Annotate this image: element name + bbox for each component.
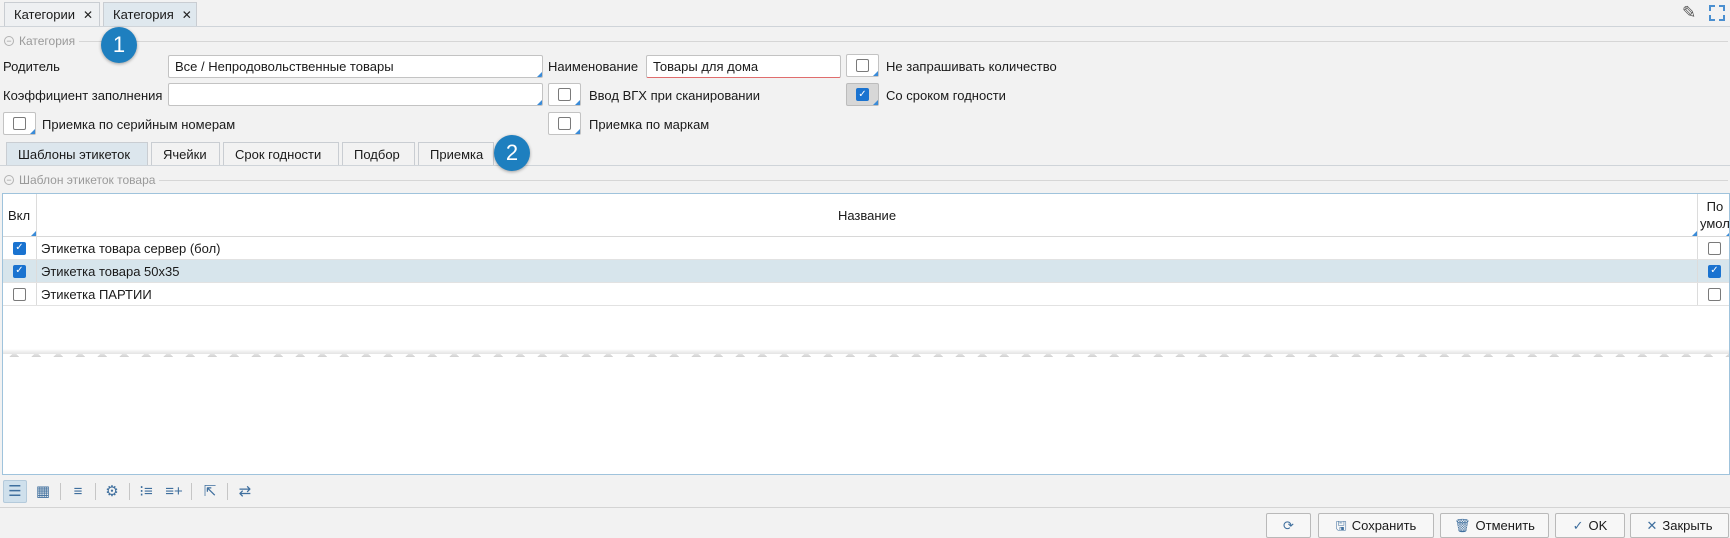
export-icon[interactable]: ⇱: [198, 480, 222, 503]
tab-expiry[interactable]: Срок годности: [223, 142, 339, 166]
checkbox-mark: [856, 59, 869, 72]
checkbox-mark: ✓: [856, 88, 869, 101]
torn-edge: [3, 354, 1729, 368]
collapse-icon[interactable]: −: [4, 175, 14, 185]
check-icon: ✓: [1572, 518, 1584, 533]
callout-badge-1: 1: [101, 27, 137, 63]
serial-label: Приемка по серийным номерам: [42, 117, 236, 132]
expiry-checkbox[interactable]: ✓: [846, 83, 879, 106]
cancel-button[interactable]: 🗑 Отменить: [1440, 513, 1549, 538]
toolbar-separator: [95, 483, 96, 500]
trash-icon: 🗑: [1454, 518, 1471, 533]
enabled-checkbox[interactable]: ✓: [13, 264, 26, 278]
toolbar-separator: [60, 483, 61, 500]
collapse-icon[interactable]: −: [4, 36, 14, 46]
name-field[interactable]: Товары для дома: [646, 55, 841, 78]
enabled-checkbox[interactable]: [13, 287, 26, 301]
default-checkbox[interactable]: [1708, 241, 1721, 255]
callout-badge-2: 2: [494, 135, 530, 171]
category-section-header[interactable]: − Категория: [4, 34, 1728, 48]
close-icon: ✕: [1646, 518, 1658, 533]
template-name: Этикетка товара сервер (бол): [41, 240, 221, 256]
refresh-icon: ⟳: [1283, 518, 1294, 533]
template-name: Этикетка товара 50х35: [41, 263, 180, 279]
column-header-default[interactable]: По умол: [1698, 194, 1729, 236]
column-divider: [36, 283, 37, 305]
grid-header: Вкл Название По умол: [3, 194, 1729, 237]
default-checkbox[interactable]: ✓: [1708, 264, 1721, 278]
save-icon: 🖫: [1335, 518, 1347, 533]
column-divider: [36, 260, 37, 282]
tab-cells[interactable]: Ячейки: [151, 142, 220, 166]
tab-picking[interactable]: Подбор: [342, 142, 415, 166]
tab-receiving[interactable]: Приемка: [418, 142, 494, 166]
divider: [159, 179, 1728, 181]
parent-label: Родитель: [3, 59, 60, 74]
toolbar-separator: [129, 483, 130, 500]
footer-divider: [0, 507, 1730, 508]
no-qty-label: Не запрашивать количество: [886, 59, 1057, 74]
column-header-enabled[interactable]: Вкл: [3, 194, 36, 236]
section-title: Шаблон этикеток товара: [19, 173, 156, 187]
tab-category[interactable]: Категория ✕: [103, 2, 197, 26]
numbered-list-icon[interactable]: ⁝≡: [134, 480, 158, 503]
templates-grid[interactable]: Вкл Название По умол ✓ Этикетка товара с…: [2, 193, 1730, 475]
checkbox-mark: [558, 88, 571, 101]
checkbox-mark: [13, 117, 26, 130]
column-header-name[interactable]: Название: [37, 194, 1697, 236]
table-row[interactable]: ✓ Этикетка товара сервер (бол): [3, 237, 1729, 260]
tab-label: Категория: [113, 7, 174, 22]
section-title: Категория: [19, 34, 76, 48]
divider: [79, 40, 1728, 42]
vgh-checkbox[interactable]: [548, 83, 581, 106]
expiry-label: Со сроком годности: [886, 88, 1006, 103]
name-label: Наименование: [548, 59, 639, 74]
settings-icon[interactable]: ⚙: [100, 480, 124, 503]
tab-label-templates[interactable]: Шаблоны этикеток: [6, 142, 148, 166]
no-qty-checkbox[interactable]: [846, 54, 879, 77]
column-divider: [36, 237, 37, 259]
templates-section-header[interactable]: − Шаблон этикеток товара: [4, 173, 1728, 187]
close-icon[interactable]: ✕: [182, 9, 192, 21]
parent-field[interactable]: Все / Непродовольственные товары: [168, 55, 543, 78]
refresh-button[interactable]: ⟳: [1266, 513, 1311, 538]
subtab-divider: [0, 165, 1730, 166]
table-row[interactable]: Этикетка ПАРТИИ: [3, 283, 1729, 306]
toolbar-separator: [191, 483, 192, 500]
top-tab-bar: Категории ✕ Категория ✕ ✎: [0, 0, 1730, 27]
default-checkbox[interactable]: [1708, 287, 1721, 301]
tab-categories[interactable]: Категории ✕: [4, 2, 100, 26]
table-view-icon[interactable]: ▦: [31, 480, 55, 503]
close-button[interactable]: ✕ Закрыть: [1630, 513, 1729, 538]
checkbox-mark: [558, 117, 571, 130]
close-icon[interactable]: ✕: [83, 9, 93, 21]
add-row-icon[interactable]: ≡+: [162, 480, 186, 503]
marks-label: Приемка по маркам: [589, 117, 710, 132]
fill-coef-label: Коэффициент заполнения: [3, 88, 163, 103]
table-row[interactable]: ✓ Этикетка товара 50х35 ✓: [3, 260, 1729, 283]
pencil-icon[interactable]: ✎: [1682, 4, 1696, 21]
serial-checkbox[interactable]: [3, 112, 36, 135]
toolbar-separator: [227, 483, 228, 500]
marks-checkbox[interactable]: [548, 112, 581, 135]
enabled-checkbox[interactable]: ✓: [13, 241, 26, 255]
tab-label: Категории: [14, 7, 75, 22]
vgh-label: Ввод ВГХ при сканировании: [589, 88, 761, 103]
template-name: Этикетка ПАРТИИ: [41, 286, 152, 302]
fill-coef-field[interactable]: [168, 83, 543, 106]
transfer-icon[interactable]: ⇄: [233, 480, 257, 503]
fullscreen-icon[interactable]: [1709, 5, 1725, 21]
filter-icon[interactable]: ≡: [66, 480, 90, 503]
save-button[interactable]: 🖫 Сохранить: [1318, 513, 1434, 538]
list-view-icon[interactable]: ☰: [3, 480, 27, 503]
ok-button[interactable]: ✓ OK: [1555, 513, 1625, 538]
